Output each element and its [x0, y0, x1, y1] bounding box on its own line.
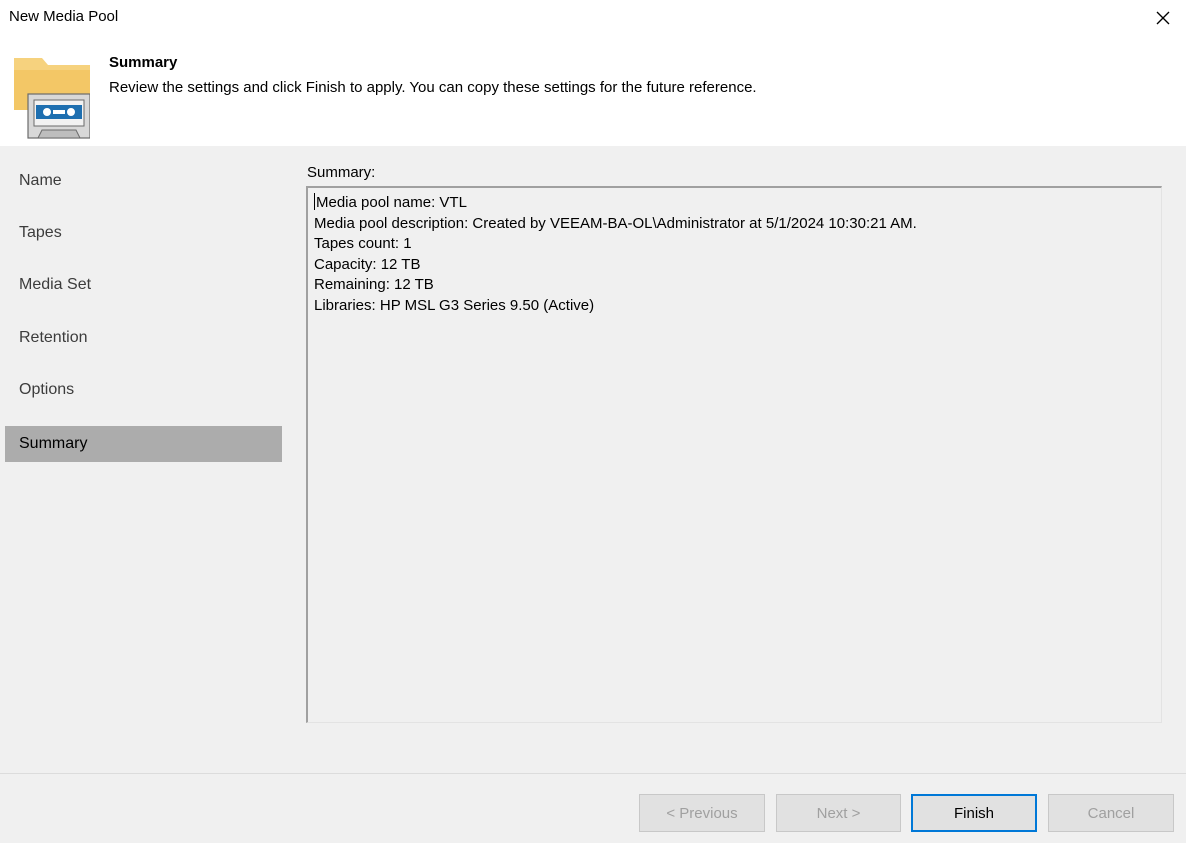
window-title: New Media Pool — [9, 8, 119, 25]
summary-line: Capacity: 12 TB — [314, 255, 421, 273]
wizard-footer: < Previous Next > Finish Cancel — [0, 773, 1186, 843]
sidebar-item-media-set[interactable]: Media Set — [5, 267, 282, 303]
sidebar-item-retention[interactable]: Retention — [5, 320, 282, 356]
sidebar-item-options[interactable]: Options — [5, 372, 282, 408]
finish-button[interactable]: Finish — [911, 794, 1037, 832]
cancel-button[interactable]: Cancel — [1048, 794, 1174, 832]
wizard-header: Summary Review the settings and click Fi… — [0, 36, 1186, 146]
summary-label: Summary: — [307, 164, 376, 181]
close-button[interactable] — [1140, 0, 1186, 36]
close-icon — [1156, 11, 1170, 25]
summary-line-text: Media pool name: VTL — [316, 194, 467, 211]
summary-line: Tapes count: 1 — [314, 235, 412, 252]
text-caret — [314, 193, 315, 210]
sidebar-item-name[interactable]: Name — [5, 163, 282, 199]
summary-line: Libraries: HP MSL G3 Series 9.50 (Active… — [314, 296, 595, 314]
summary-line: Media pool name: VTL — [314, 193, 1161, 214]
summary-line: Remaining: 12 TB — [314, 276, 434, 293]
title-bar: New Media Pool — [0, 0, 1186, 36]
summary-panel: Summary: Media pool name: VTL Media pool… — [285, 146, 1186, 773]
header-description: Review the settings and click Finish to … — [109, 79, 757, 96]
summary-line: Media pool description: Created by VEEAM… — [314, 214, 917, 232]
summary-text-area[interactable]: Media pool name: VTL Media pool descript… — [306, 186, 1162, 723]
sidebar-item-tapes[interactable]: Tapes — [5, 215, 282, 251]
folder-tape-icon — [14, 58, 90, 139]
sidebar-item-summary[interactable]: Summary — [5, 426, 282, 462]
previous-button[interactable]: < Previous — [639, 794, 765, 832]
header-title: Summary — [109, 54, 178, 71]
wizard-steps-sidebar: Name Tapes Media Set Retention Options S… — [0, 146, 285, 773]
next-button[interactable]: Next > — [776, 794, 901, 832]
wizard-window: New Media Pool Summary Review the settin… — [0, 0, 1186, 843]
